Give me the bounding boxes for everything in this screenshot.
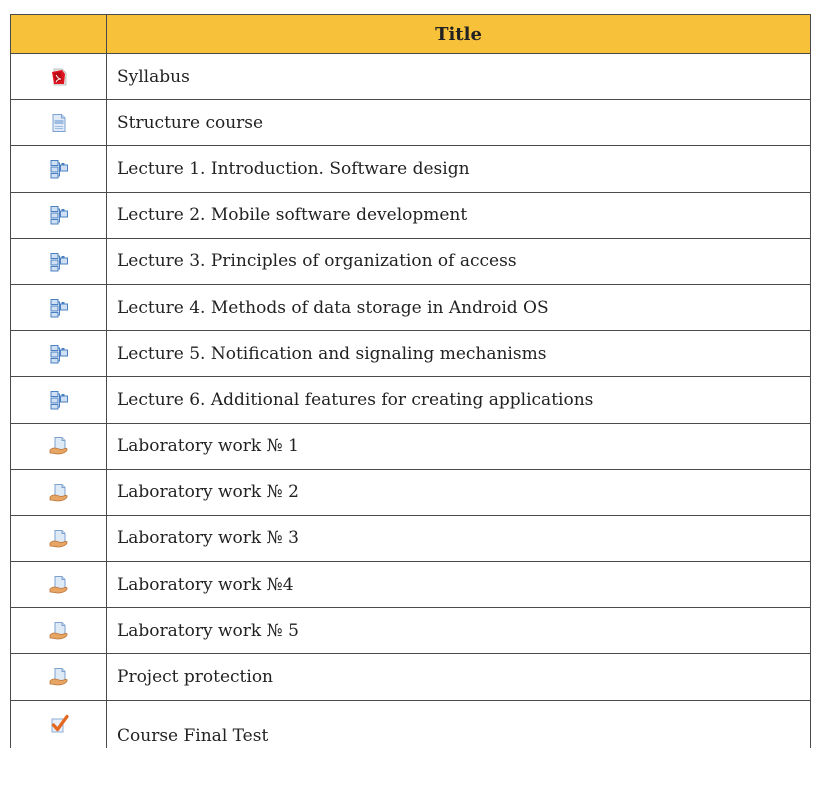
- resource-title-link[interactable]: Course Final Test: [117, 726, 268, 746]
- table-row: Lecture 6. Additional features for creat…: [10, 376, 811, 424]
- icon-cell: [10, 653, 107, 701]
- title-column-header: Title: [106, 14, 811, 54]
- assignment-icon[interactable]: [49, 483, 69, 503]
- icon-cell: [10, 283, 107, 332]
- title-cell: Lecture 6. Additional features for creat…: [106, 376, 811, 424]
- icon-cell: [10, 191, 107, 239]
- assignment-icon[interactable]: [49, 436, 69, 456]
- resource-title-link[interactable]: Laboratory work №4: [117, 575, 294, 595]
- title-cell: Laboratory work № 1: [106, 422, 811, 470]
- title-cell: Lecture 3. Principles of organization of…: [106, 237, 811, 285]
- icon-cell: [10, 52, 107, 101]
- icon-cell: [10, 237, 107, 285]
- title-cell: Course Final Test: [106, 699, 811, 748]
- resource-title-link[interactable]: Lecture 5. Notification and signaling me…: [117, 344, 546, 364]
- course-contents-table: Title Syllabus Structure course Lecture 1.…: [10, 14, 811, 748]
- resource-title-link[interactable]: Lecture 3. Principles of organization of…: [117, 251, 517, 271]
- icon-cell: [10, 422, 107, 470]
- icon-cell: [10, 145, 107, 193]
- table-row: Laboratory work № 1: [10, 422, 811, 470]
- title-cell: Laboratory work № 2: [106, 468, 811, 516]
- table-body: Syllabus Structure course Lecture 1. Intro…: [10, 52, 811, 748]
- table-row: Course Final Test: [10, 699, 811, 748]
- title-cell: Structure course: [106, 99, 811, 147]
- resource-title-link[interactable]: Lecture 1. Introduction. Software design: [117, 159, 470, 179]
- resource-title-link[interactable]: Laboratory work № 1: [117, 436, 299, 456]
- table-row: Laboratory work № 2: [10, 468, 811, 516]
- table-row: Lecture 3. Principles of organization of…: [10, 237, 811, 285]
- table-row: Project protection: [10, 653, 811, 701]
- assignment-icon[interactable]: [49, 529, 69, 549]
- book-icon[interactable]: [49, 298, 69, 318]
- title-cell: Laboratory work № 5: [106, 607, 811, 655]
- icon-cell: [10, 376, 107, 424]
- icon-cell: [10, 561, 107, 609]
- table-row: Lecture 5. Notification and signaling me…: [10, 330, 811, 378]
- book-icon[interactable]: [49, 252, 69, 272]
- table-row: Laboratory work № 3: [10, 514, 811, 563]
- book-icon[interactable]: [49, 159, 69, 179]
- title-cell: Laboratory work №4: [106, 561, 811, 609]
- quiz-icon[interactable]: [49, 714, 69, 734]
- table-row: Lecture 1. Introduction. Software design: [10, 145, 811, 193]
- table-header-row: Title: [10, 14, 811, 54]
- table-row: Laboratory work № 5: [10, 607, 811, 655]
- assignment-icon[interactable]: [49, 575, 69, 595]
- resource-title-link[interactable]: Laboratory work № 2: [117, 482, 299, 502]
- table-row: Structure course: [10, 99, 811, 147]
- title-cell: Laboratory work № 3: [106, 514, 811, 563]
- title-cell: Project protection: [106, 653, 811, 701]
- resource-title-link[interactable]: Syllabus: [117, 67, 190, 87]
- table-row: Syllabus: [10, 52, 811, 101]
- title-cell: Lecture 2. Mobile software development: [106, 191, 811, 239]
- table-row: Lecture 2. Mobile software development: [10, 191, 811, 239]
- resource-title-link[interactable]: Lecture 6. Additional features for creat…: [117, 390, 593, 410]
- resource-title-link[interactable]: Laboratory work № 5: [117, 621, 299, 641]
- pdf-icon[interactable]: [49, 67, 69, 87]
- book-icon[interactable]: [49, 344, 69, 364]
- resource-title-link[interactable]: Structure course: [117, 113, 263, 133]
- table-row: Lecture 4. Methods of data storage in An…: [10, 283, 811, 332]
- title-cell: Lecture 4. Methods of data storage in An…: [106, 283, 811, 332]
- icon-cell: [10, 468, 107, 516]
- icon-cell: [10, 699, 107, 748]
- icon-column-header: [10, 14, 107, 54]
- title-cell: Lecture 1. Introduction. Software design: [106, 145, 811, 193]
- icon-cell: [10, 330, 107, 378]
- book-icon[interactable]: [49, 390, 69, 410]
- title-cell: Syllabus: [106, 52, 811, 101]
- resource-title-link[interactable]: Laboratory work № 3: [117, 528, 299, 548]
- title-cell: Lecture 5. Notification and signaling me…: [106, 330, 811, 378]
- assignment-icon[interactable]: [49, 667, 69, 687]
- icon-cell: [10, 607, 107, 655]
- icon-cell: [10, 514, 107, 563]
- page-icon[interactable]: [49, 113, 69, 133]
- resource-title-link[interactable]: Lecture 4. Methods of data storage in An…: [117, 298, 549, 318]
- resource-title-link[interactable]: Project protection: [117, 667, 273, 687]
- table-row: Laboratory work №4: [10, 561, 811, 609]
- resource-title-link[interactable]: Lecture 2. Mobile software development: [117, 205, 467, 225]
- icon-cell: [10, 99, 107, 147]
- assignment-icon[interactable]: [49, 621, 69, 641]
- book-icon[interactable]: [49, 205, 69, 225]
